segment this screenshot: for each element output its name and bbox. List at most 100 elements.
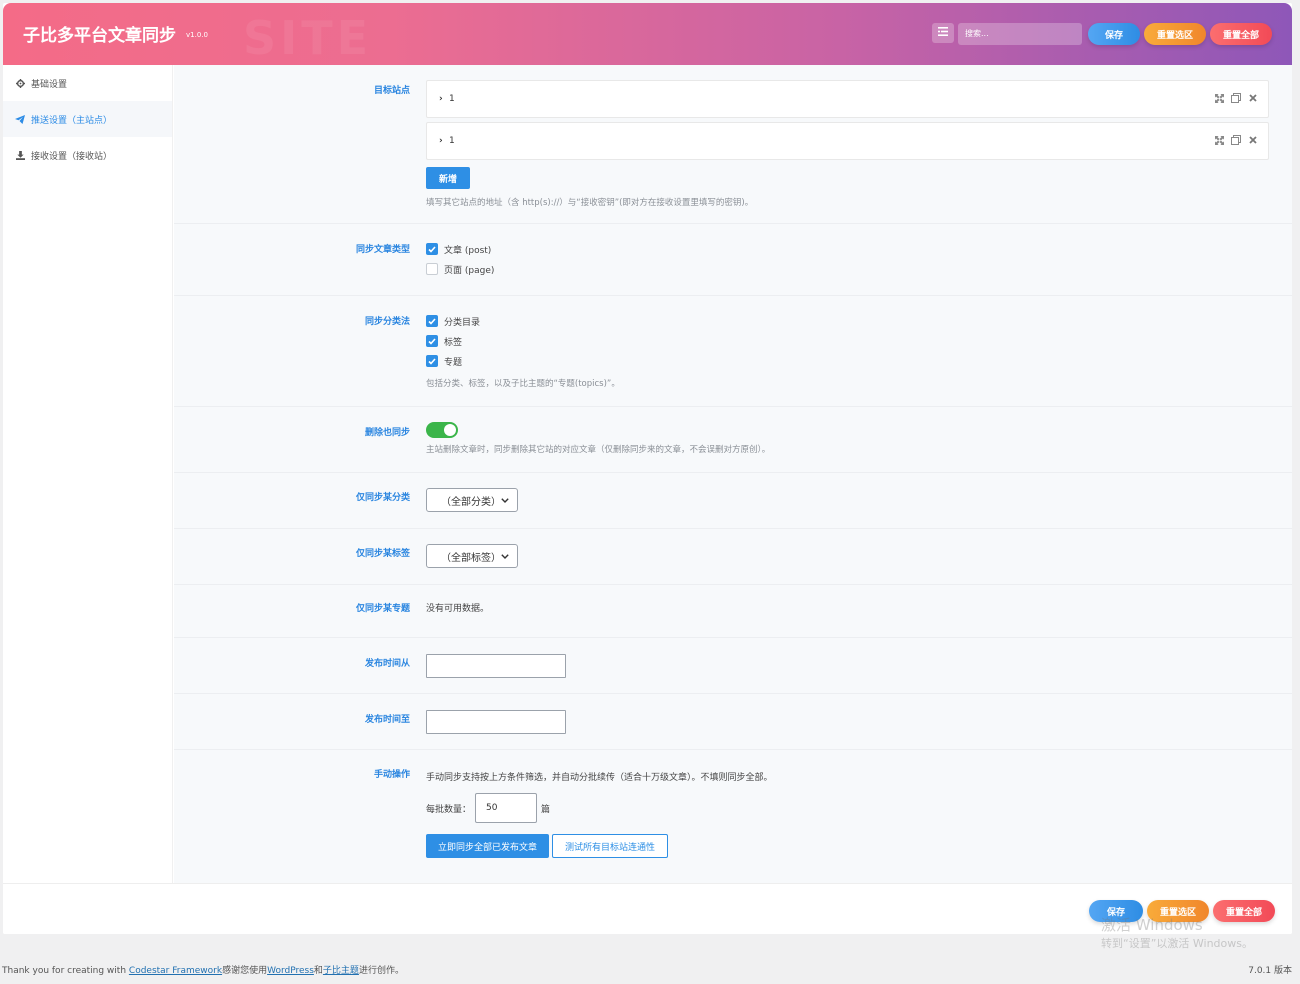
- wp-version: 7.0.1 版本: [1248, 966, 1292, 976]
- checkbox-label: 专题: [444, 357, 463, 368]
- test-connectivity-button[interactable]: 测试所有目标站连通性: [552, 834, 669, 858]
- category-select[interactable]: （全部分类）: [426, 488, 518, 512]
- chevron-down-icon: [501, 495, 509, 506]
- sync-all-button[interactable]: 立即同步全部已发布文章: [426, 834, 550, 858]
- field-delete-sync: 删除也同步 主站删除文章时，同步删除其它站的对应文章（仅删除同步来的文章，不会误…: [174, 407, 1292, 473]
- panel-footer: 保存 重置选区 重置全部: [3, 883, 1292, 934]
- credits-text: 进行创作。: [358, 966, 404, 976]
- checkbox-page[interactable]: 页面 (page): [426, 259, 494, 279]
- site-group-item[interactable]: › 1: [426, 122, 1269, 160]
- field-only-topic: 仅同步某专题 没有可用数据。: [174, 585, 1292, 638]
- header-watermark: SITE: [243, 11, 373, 65]
- remove-icon[interactable]: [1248, 93, 1258, 103]
- select-value: （全部标签）: [441, 552, 501, 564]
- checkbox-label: 分类目录: [444, 317, 481, 328]
- site-item-title: 1: [449, 136, 455, 146]
- checkbox-category[interactable]: 分类目录: [426, 311, 620, 331]
- header-reset-all-button[interactable]: 重置全部: [1210, 23, 1272, 45]
- version-label: v1.0.0: [186, 31, 208, 39]
- options-panel: SITE 子比多平台文章同步 v1.0.0 搜索... 保存 重置选区 重置全部…: [3, 3, 1292, 934]
- move-icon[interactable]: [1214, 135, 1224, 145]
- checkbox-post[interactable]: 文章 (post): [426, 239, 494, 259]
- field-help-text: 主站删除文章时，同步删除其它站的对应文章（仅删除同步来的文章，不会误删对方原创）…: [426, 445, 771, 455]
- wordpress-link[interactable]: WordPress: [267, 966, 314, 976]
- clone-icon[interactable]: [1231, 135, 1241, 145]
- gear-icon: [15, 78, 25, 88]
- paper-plane-icon: [15, 114, 25, 124]
- field-date-to: 发布时间至: [174, 694, 1292, 750]
- checkbox-unchecked-icon: [426, 263, 438, 275]
- settings-content: 目标站点 › 1 › 1 新增 填写其它站点的地址（含 http(s)://）与…: [174, 65, 1292, 883]
- field-label: 发布时间从: [364, 659, 410, 669]
- field-help-text: 包括分类、标签，以及子比主题的“专题(topics)”。: [426, 379, 620, 389]
- checkbox-label: 文章 (post): [444, 245, 492, 256]
- field-label: 手动操作: [373, 770, 410, 780]
- activate-windows-title: 激活 Windows: [1101, 916, 1203, 934]
- field-help-text: 填写其它站点的地址（含 http(s)://）与“接收密钥”(即对方在接收设置里…: [426, 198, 754, 208]
- list-icon: [938, 27, 948, 39]
- remove-icon[interactable]: [1248, 135, 1258, 145]
- checkbox-checked-icon: [426, 355, 438, 367]
- expand-all-button[interactable]: [932, 23, 954, 43]
- checkbox-label: 标签: [444, 337, 463, 348]
- field-label: 仅同步某标签: [355, 549, 410, 559]
- field-label: 仅同步某分类: [355, 493, 410, 503]
- panel-header: SITE 子比多平台文章同步 v1.0.0 搜索... 保存 重置选区 重置全部: [3, 3, 1292, 65]
- field-label: 仅同步某专题: [355, 604, 410, 614]
- sidebar-item-label: 基础设置: [31, 79, 68, 90]
- sidebar-item-basic[interactable]: 基础设置: [3, 65, 172, 101]
- batch-size-unit: 篇: [541, 804, 551, 815]
- checkbox-label: 页面 (page): [444, 265, 495, 276]
- tag-select[interactable]: （全部标签）: [426, 544, 518, 568]
- manual-description: 手动同步支持按上方条件筛选，并自动分批续传（适合十万级文章）。不填则同步全部。: [426, 773, 773, 783]
- footer-reset-all-button[interactable]: 重置全部: [1213, 900, 1275, 922]
- add-site-button[interactable]: 新增: [426, 167, 470, 189]
- field-manual: 手动操作 手动同步支持按上方条件筛选，并自动分批续传（适合十万级文章）。不填则同…: [174, 750, 1292, 883]
- move-icon[interactable]: [1214, 93, 1224, 103]
- site-group-item[interactable]: › 1: [426, 80, 1269, 118]
- clone-icon[interactable]: [1231, 93, 1241, 103]
- sidebar-item-receive[interactable]: 接收设置（接收站）: [3, 137, 172, 173]
- field-date-from: 发布时间从: [174, 638, 1292, 694]
- field-label: 同步分类法: [364, 317, 410, 327]
- search-input[interactable]: 搜索...: [958, 23, 1082, 45]
- batch-size-input[interactable]: 50: [475, 793, 538, 823]
- credits-text: 感谢您使用: [222, 966, 268, 976]
- checkbox-topic[interactable]: 专题: [426, 351, 620, 371]
- field-only-tag: 仅同步某标签 （全部标签）: [174, 529, 1292, 585]
- field-label: 目标站点: [373, 86, 410, 96]
- date-from-input[interactable]: [426, 654, 566, 678]
- field-label: 发布时间至: [364, 715, 410, 725]
- sidebar: 基础设置 推送设置（主站点） 接收设置（接收站）: [3, 65, 173, 883]
- header-save-button[interactable]: 保存: [1088, 23, 1140, 45]
- field-label: 同步文章类型: [355, 245, 410, 255]
- checkbox-checked-icon: [426, 335, 438, 347]
- chevron-right-icon: ›: [439, 136, 443, 146]
- field-only-category: 仅同步某分类 （全部分类）: [174, 473, 1292, 529]
- field-label: 删除也同步: [364, 428, 410, 438]
- credits-text: Thank you for creating with: [2, 966, 129, 976]
- select-value: （全部分类）: [441, 496, 501, 508]
- header-reset-section-button[interactable]: 重置选区: [1144, 23, 1206, 45]
- admin-footer-credits: Thank you for creating with Codestar Fra…: [2, 963, 404, 976]
- checkbox-checked-icon: [426, 315, 438, 327]
- field-taxonomies: 同步分类法 分类目录 标签 专题 包括分类、标签，以及子比主题的“专题(topi…: [174, 296, 1292, 407]
- field-post-types: 同步文章类型 文章 (post) 页面 (page): [174, 224, 1292, 296]
- chevron-down-icon: [501, 551, 509, 562]
- credits-text: 和: [313, 966, 323, 976]
- no-data-text: 没有可用数据。: [426, 604, 490, 614]
- checkbox-tag[interactable]: 标签: [426, 331, 620, 351]
- delete-sync-toggle[interactable]: [426, 422, 458, 438]
- chevron-right-icon: ›: [439, 94, 443, 104]
- date-to-input[interactable]: [426, 710, 566, 734]
- sidebar-item-label: 接收设置（接收站）: [31, 151, 113, 162]
- theme-link[interactable]: 子比主题: [323, 966, 359, 976]
- sidebar-item-label: 推送设置（主站点）: [31, 115, 113, 126]
- batch-size-label: 每批数量：: [426, 804, 472, 815]
- panel-title: 子比多平台文章同步: [23, 26, 176, 46]
- activate-windows-subtitle: 转到“设置”以激活 Windows。: [1101, 937, 1253, 950]
- sidebar-item-push[interactable]: 推送设置（主站点）: [3, 101, 172, 137]
- site-item-title: 1: [449, 94, 455, 104]
- codestar-link[interactable]: Codestar Framework: [129, 966, 222, 976]
- checkbox-checked-icon: [426, 243, 438, 255]
